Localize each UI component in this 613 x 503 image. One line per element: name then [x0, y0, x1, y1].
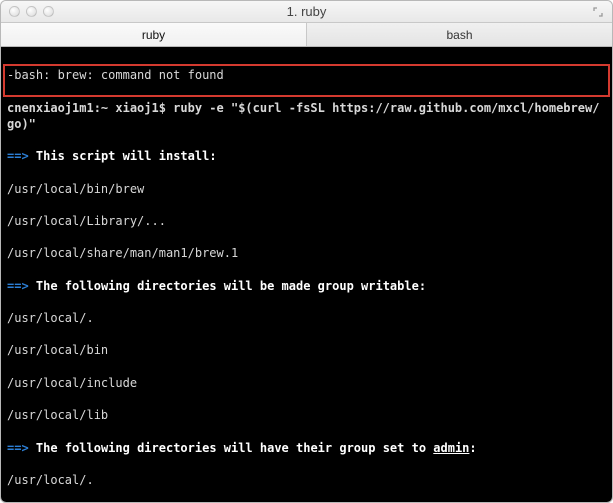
- terminal-window: 1. ruby ruby bash -bash: brew: command n…: [0, 0, 613, 503]
- group-name: admin: [433, 441, 469, 455]
- tab-label: ruby: [142, 28, 165, 42]
- arrow-icon: ==>: [7, 441, 29, 455]
- output-line: ==> The following directories will be ma…: [7, 278, 606, 294]
- output-line: ==> The following directories will have …: [7, 440, 606, 456]
- output-line: /usr/local/.: [7, 310, 606, 326]
- section-header: The following directories will have thei…: [36, 441, 477, 455]
- tab-ruby[interactable]: ruby: [1, 23, 307, 46]
- minimize-button[interactable]: [26, 6, 37, 17]
- arrow-icon: ==>: [7, 149, 29, 163]
- tab-bar: ruby bash: [1, 23, 612, 47]
- tab-label: bash: [446, 28, 472, 42]
- section-header: The following directories will be made g…: [36, 279, 426, 293]
- output-line: /usr/local/include: [7, 375, 606, 391]
- terminal-output[interactable]: -bash: brew: command not found cnenxiaoj…: [1, 47, 612, 502]
- traffic-lights: [9, 6, 54, 17]
- output-line: /usr/local/lib: [7, 407, 606, 423]
- output-line: ==> This script will install:: [7, 148, 606, 164]
- close-button[interactable]: [9, 6, 20, 17]
- titlebar: 1. ruby: [1, 1, 612, 23]
- output-line: /usr/local/Library/...: [7, 213, 606, 229]
- output-line: /usr/local/bin/brew: [7, 181, 606, 197]
- tab-bash[interactable]: bash: [307, 23, 612, 46]
- output-line: /usr/local/.: [7, 472, 606, 488]
- expand-icon[interactable]: [592, 6, 604, 18]
- output-line: /usr/local/share/man/man1/brew.1: [7, 245, 606, 261]
- section-header: This script will install:: [36, 149, 217, 163]
- output-line: /usr/local/bin: [7, 342, 606, 358]
- shell-prompt: cnenxiaoj1m1:~ xiaoj1$ ruby -e "$(curl -…: [7, 101, 599, 131]
- zoom-button[interactable]: [43, 6, 54, 17]
- prompt-line: cnenxiaoj1m1:~ xiaoj1$ ruby -e "$(curl -…: [7, 100, 606, 132]
- window-title: 1. ruby: [1, 4, 612, 19]
- output-line: -bash: brew: command not found: [7, 67, 606, 83]
- arrow-icon: ==>: [7, 279, 29, 293]
